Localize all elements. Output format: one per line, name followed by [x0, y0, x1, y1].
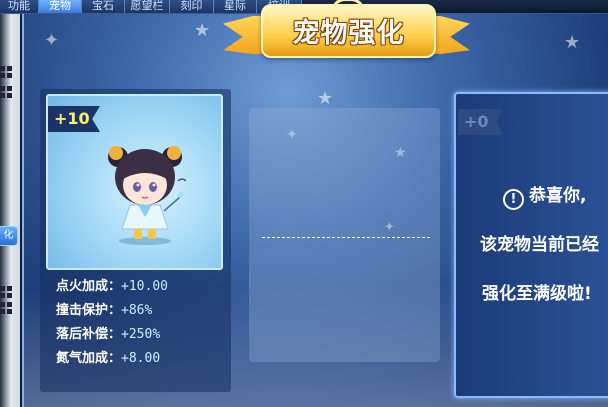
max-level-message-line-2: 该宠物当前已经 — [480, 235, 599, 255]
tab-engrave[interactable]: 刻印 — [170, 0, 214, 13]
left-side-strip: 化 — [0, 14, 20, 407]
stat-label: 撞击保护： — [56, 303, 122, 318]
stat-label: 氮气加成： — [56, 351, 122, 366]
stat-value: +10.00 — [121, 279, 168, 294]
grid-icon-3[interactable] — [0, 286, 13, 299]
grid-icon-4[interactable] — [0, 302, 13, 315]
page-title: 宠物强化 — [292, 18, 405, 49]
stat-ignition: 点火加成：+10.00 — [56, 277, 168, 297]
stat-label: 落后补偿： — [56, 327, 122, 342]
tab-function[interactable]: 功能 — [0, 0, 39, 13]
stat-nitro-bonus: 氮气加成：+8.00 — [56, 349, 160, 369]
star-decoration-icon: ★ — [564, 32, 581, 53]
stat-value: +86% — [121, 303, 153, 318]
tab-gem[interactable]: 宝石 — [82, 0, 125, 13]
side-enhance-button[interactable]: 化 — [0, 226, 18, 246]
stat-impact-protection: 撞击保护：+86% — [56, 301, 152, 321]
star-decoration-icon: ★ — [194, 20, 211, 41]
stat-catchup-bonus: 落后补偿：+250% — [56, 325, 160, 345]
stat-label: 点火加成： — [56, 279, 122, 294]
message-text: 恭喜你, — [529, 186, 587, 206]
pet-girl-figure-icon — [108, 146, 187, 245]
stat-value: +8.00 — [121, 351, 161, 366]
target-level-badge: +0 — [458, 109, 503, 135]
star-decoration-icon: ★ — [317, 88, 334, 109]
title-banner: 宠物强化 — [223, 0, 470, 64]
grid-icon-2[interactable] — [0, 86, 13, 99]
pet-portrait-card[interactable]: +10 — [46, 94, 223, 270]
exclamation-circle-icon: ! — [503, 189, 524, 210]
star-decoration-icon: ✦ — [44, 30, 60, 51]
tab-wish[interactable]: 愿望栏 — [125, 0, 170, 13]
divider — [262, 237, 430, 238]
stat-value: +250% — [121, 327, 161, 342]
tab-pet[interactable]: 宠物 — [39, 0, 82, 13]
pet-level-badge: +10 — [48, 106, 100, 132]
grid-icon[interactable] — [0, 66, 13, 79]
max-level-message-line-1: ! 恭喜你, — [503, 181, 586, 210]
enhance-material-slot[interactable] — [249, 108, 440, 362]
max-level-message-line-3: 强化至满级啦! — [482, 284, 592, 304]
